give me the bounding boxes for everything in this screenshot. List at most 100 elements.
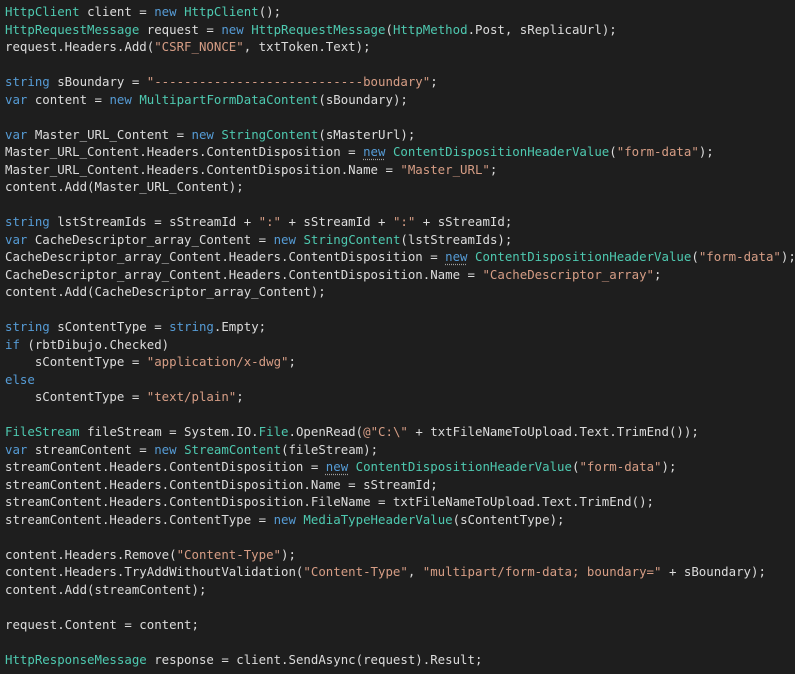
code-token-keyword: new [221,21,244,37]
code-token-keyword: string [5,74,50,89]
code-token-string: "Master_URL" [400,161,490,177]
code-token-string: "----------------------------boundary" [146,74,431,89]
code-token-text: ); [698,144,714,159]
code-token-text: streamContent.Headers.ContentDisposition… [5,494,655,509]
code-token-keyword: else [5,371,35,387]
code-token-type: ContentDispositionHeaderValue [355,459,572,474]
code-token-text: sContentType = [49,319,170,334]
code-token-text: ; [489,161,498,177]
code-token-text: ; [654,266,662,282]
code-token-keyword: var [5,231,28,247]
code-line: string lstStreamIds = sStreamId + ":" + … [5,213,795,231]
code-token-string: @"C:\" [363,424,408,439]
code-token-type: File [258,424,289,439]
code-line: string sBoundary = "--------------------… [5,73,795,91]
code-token-type: StringContent [303,231,401,247]
code-line: streamContent.Headers.ContentDisposition… [5,476,795,494]
code-token-string: "form-data" [579,459,662,474]
code-line: CacheDescriptor_array_Content.Headers.Co… [5,266,795,284]
code-token-text: , [407,564,423,579]
code-token-keyword: new [273,231,296,247]
code-token-keyword: new [363,144,386,159]
code-token-text: .Empty; [213,319,267,334]
code-token-text: streamContent.Headers.ContentDisposition… [5,476,438,492]
code-token-text: CacheDescriptor_array_Content = [27,231,274,247]
code-line: string sContentType = string.Empty; [5,318,795,336]
code-token-text: content.Headers.TryAddWithoutValidation( [5,564,304,579]
code-token-text: Master_URL_Content = [27,126,192,142]
code-token-string: "Content-Type" [303,564,408,579]
code-token-text: Master_URL_Content.Headers.ContentDispos… [5,161,401,177]
code-token-text: lstStreamIds = sStreamId + [49,214,259,229]
code-token-text: (sContentType); [452,511,565,527]
code-token-text: + txtFileNameToUpload.Text.TrimEnd()); [407,424,699,439]
code-token-text: Master_URL_Content.Headers.ContentDispos… [5,144,364,159]
code-token-keyword: new [325,459,349,474]
code-token-type: ContentDispositionHeaderValue [475,249,692,264]
code-token-text: request = [139,21,222,37]
code-token-type: HttpRequestMessage [5,21,140,37]
code-token-text: , txtToken.Text); [243,39,371,54]
code-token-keyword: string [169,319,214,334]
code-token-keyword: string [5,214,50,229]
code-line: content.Add(CacheDescriptor_array_Conten… [5,283,795,301]
code-token-type: HttpClient [5,4,80,19]
code-token-text: ; [236,389,244,404]
code-token-text: ); [281,546,296,562]
code-line: streamContent.Headers.ContentDisposition… [5,493,795,511]
code-token-text: + sBoundary); [661,564,766,579]
code-line: sContentType = "text/plain"; [5,388,795,406]
code-token-text: (); [258,4,282,19]
code-token-type: MediaTypeHeaderValue [303,511,453,527]
code-line: content.Add(Master_URL_Content); [5,178,795,196]
code-token-text: (fileStream); [281,441,379,457]
code-token-text: ( [609,144,617,159]
code-token-string: "Content-Type" [176,546,282,562]
code-token-text: + sStreamId; [415,214,513,229]
code-line: content.Headers.Remove("Content-Type"); [5,546,795,564]
code-token-text: .Post, sReplicaUrl); [467,21,617,37]
code-token-text: ; [288,354,296,369]
code-token-text: (sMasterUrl); [318,126,416,142]
code-token-string: ":" [392,214,416,229]
code-token-text: ; [430,74,438,89]
code-token-text: sBoundary = [49,74,147,89]
code-token-keyword: new [109,91,132,107]
code-token-text: + sStreamId + [281,214,393,229]
code-line: content.Add(streamContent); [5,581,795,599]
code-line: HttpClient client = new HttpClient(); [5,3,795,21]
code-line: var content = new MultipartFormDataConte… [5,91,795,109]
code-token-type: HttpMethod [392,21,468,37]
code-token-keyword: new [445,249,468,264]
code-token-text: content.Add(streamContent); [5,581,207,597]
code-token-text: ); [780,249,795,264]
code-token-type: HttpClient [184,4,259,19]
code-token-string: "form-data" [698,249,781,264]
code-token-keyword: new [191,126,214,142]
code-editor[interactable]: HttpClient client = new HttpClient(); Htt… [0,0,795,674]
code-token-string: "form-data" [616,144,699,159]
code-token-type: StreamContent [184,441,282,457]
code-line: FileStream fileStream = System.IO.File.O… [5,423,795,441]
code-token-string: "text/plain" [146,389,237,404]
code-token-keyword: new [273,511,296,527]
code-token-text: (lstStreamIds); [400,231,513,247]
code-token-text: streamContent.Headers.ContentDisposition… [5,459,326,474]
code-line: streamContent.Headers.ContentType = new … [5,511,795,529]
code-token-keyword: var [5,126,28,142]
code-token-text: CacheDescriptor_array_Content.Headers.Co… [5,266,483,282]
code-token-keyword: var [5,91,28,107]
code-line: request.Content = content; [5,616,795,634]
code-token-keyword: if [5,336,20,352]
code-token-keyword: new [154,441,177,457]
